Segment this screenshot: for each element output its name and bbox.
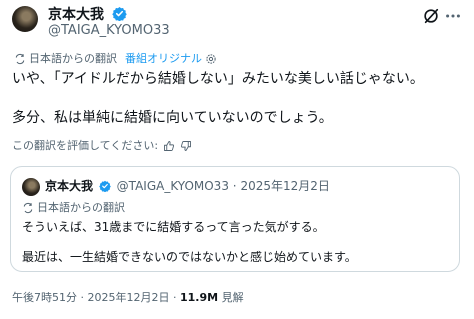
author-avatar[interactable] [12,6,38,32]
post-date[interactable]: 2025年12月2日 [88,291,170,304]
translate-icon [23,202,33,214]
post-time[interactable]: 午後7時51分 [12,291,77,304]
quoted-meta-separator: · [232,179,237,193]
quoted-text-line-2: 最近は、一生結婚できないのではないかと感じ始めています。 [22,250,357,264]
translation-label: 日本語からの翻訳 [29,52,117,65]
author-name[interactable]: 京本大我 [48,7,104,23]
view-count: 11.9M [180,291,219,304]
quoted-author-avatar [22,178,40,196]
translate-icon [15,53,25,65]
thumbs-down-icon[interactable] [180,140,192,152]
quoted-text-line-1: そういえば、31歳までに結婚するって言った気がする。 [22,220,325,234]
view-count-label: 見解 [221,291,244,304]
post-footer: 午後7時51分 · 2025年12月2日 · 11.9M 見解 [12,291,244,305]
rate-translation-row: この翻訳を評価してください: [12,139,192,153]
footer-separator: · [173,291,177,304]
verified-badge-icon [99,180,111,193]
thumbs-up-icon[interactable] [163,140,175,152]
verified-badge-icon [112,6,127,21]
author-name-row[interactable]: 京本大我 [48,6,127,23]
post-text-line-1: いや、「アイドルだから結婚しない」みたいな美しい話じゃない。 [12,71,424,87]
quoted-translation-label: 日本語からの翻訳 [37,201,125,214]
quoted-post-header: 京本大我 @TAIGA_KYOMO33 · 2025年12月2日 [45,179,330,194]
quoted-post-date: 2025年12月2日 [240,179,330,193]
quoted-author-name: 京本大我 [45,179,94,193]
footer-separator: · [80,291,85,304]
grok-icon[interactable] [422,7,440,25]
show-original-link[interactable]: 番組オリジナル [125,52,202,66]
author-handle[interactable]: @TAIGA_KYOMO33 [48,23,170,39]
more-options-icon[interactable] [444,7,462,25]
post-text-line-2: 多分、私は単純に結婚に向いていないのでしょう。 [12,110,333,126]
translation-row: 日本語からの翻訳 番組オリジナル [14,52,217,66]
quoted-author-handle: @TAIGA_KYOMO33 [116,179,229,193]
quoted-translation-row: 日本語からの翻訳 [22,201,125,215]
gear-icon[interactable] [205,53,217,65]
rate-translation-label: この翻訳を評価してください: [12,139,159,152]
